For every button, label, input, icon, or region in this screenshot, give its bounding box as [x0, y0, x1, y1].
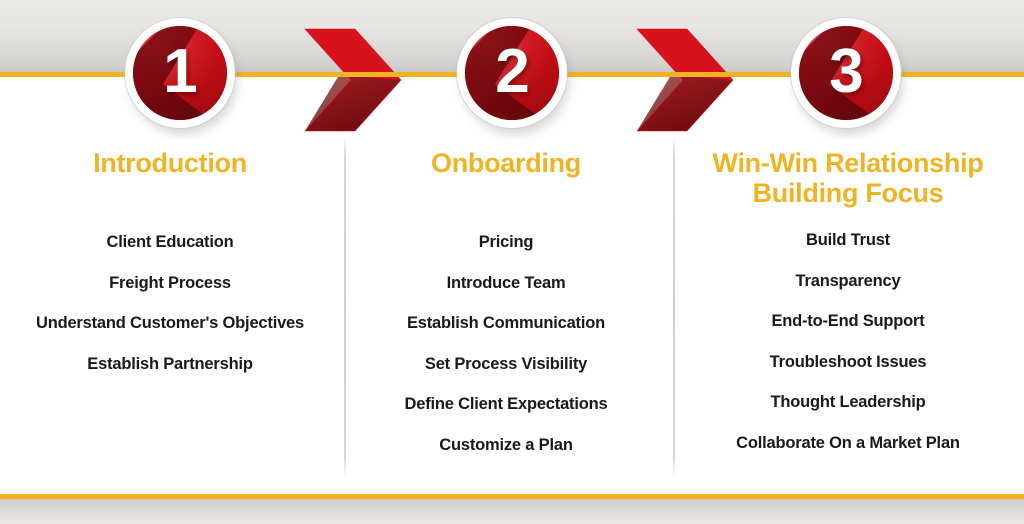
step-column-1: Introduction Client Education Freight Pr… [0, 130, 340, 394]
step-item-list-2: Pricing Introduce Team Establish Communi… [340, 232, 672, 455]
step-heading-3: Win-Win Relationship Building Focus [712, 148, 984, 208]
bottom-gold-rule [0, 494, 1024, 499]
list-item: Collaborate On a Market Plan [736, 433, 960, 452]
list-item: Customize a Plan [439, 435, 573, 454]
list-item: Understand Customer's Objectives [35, 314, 305, 332]
step-column-2: Onboarding Pricing Introduce Team Establ… [340, 130, 672, 475]
step-number-1: 1 [163, 36, 197, 106]
list-item: Transparency [795, 271, 901, 290]
list-item: End-to-End Support [771, 312, 925, 330]
step-badge-3: 3 [791, 18, 907, 134]
list-item: Pricing [478, 233, 534, 251]
step-badge-2: 2 [457, 18, 573, 134]
steps-columns: Introduction Client Education Freight Pr… [0, 130, 1024, 490]
list-item: Client Education [106, 233, 234, 251]
step-item-list-1: Client Education Freight Process Underst… [0, 232, 340, 374]
list-item: Freight Process [109, 273, 231, 292]
double-chevron-right-icon-2 [625, 25, 745, 135]
step-badge-1: 1 [125, 18, 241, 134]
list-item: Establish Communication [406, 314, 605, 332]
double-chevron-right-icon-1 [293, 25, 413, 135]
bottom-gray-band [0, 499, 1024, 524]
list-item: Build Trust [806, 231, 890, 249]
step-column-3: Win-Win Relationship Building Focus Buil… [672, 130, 1024, 473]
list-item: Troubleshoot Issues [769, 352, 927, 371]
infographic-canvas: 1 2 3 Introduction Client Education Frei… [0, 0, 1024, 524]
step-heading-2: Onboarding [431, 148, 581, 178]
list-item: Define Client Expectations [404, 395, 608, 413]
step-number-2: 2 [495, 36, 529, 106]
step-heading-1: Introduction [93, 148, 247, 178]
step-number-3: 3 [829, 36, 863, 106]
list-item: Thought Leadership [770, 393, 926, 411]
list-item: Introduce Team [446, 273, 566, 292]
list-item: Set Process Visibility [424, 354, 588, 373]
step-item-list-3: Build Trust Transparency End-to-End Supp… [672, 230, 1024, 453]
list-item: Establish Partnership [87, 354, 253, 373]
